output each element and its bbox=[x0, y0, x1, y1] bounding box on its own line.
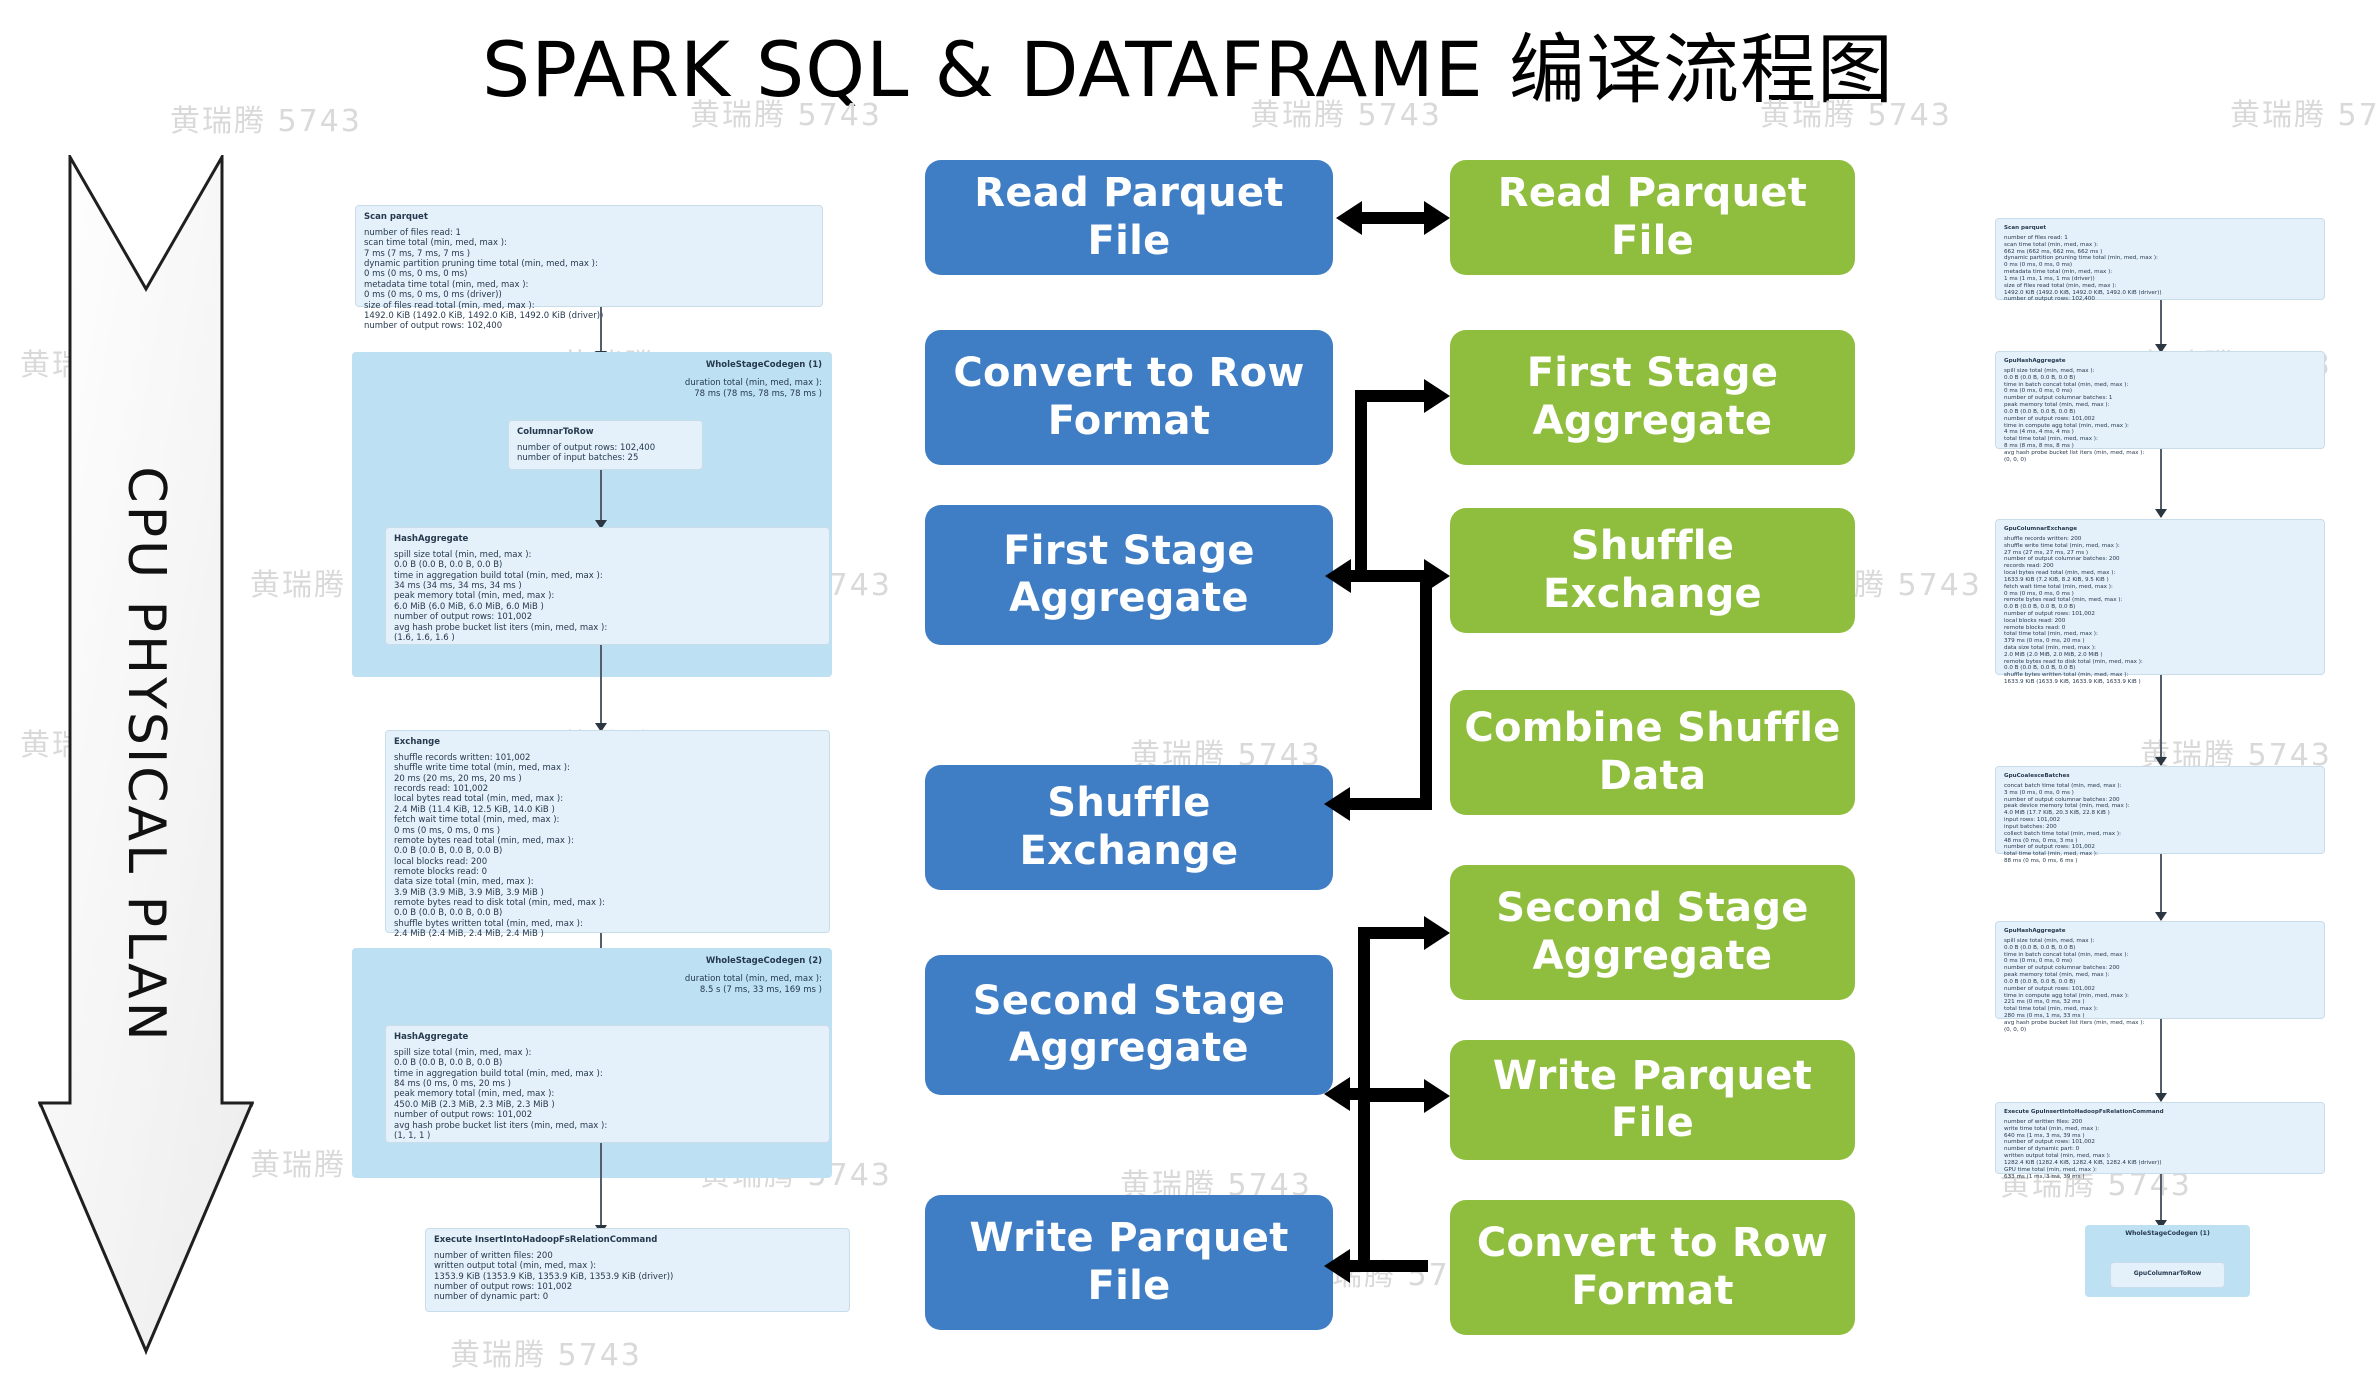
arrow-head-right-icon bbox=[1424, 1079, 1450, 1113]
node-title: GpuCoalesceBatches bbox=[2004, 773, 2070, 779]
arrow-shuffle-vertical bbox=[1420, 576, 1432, 804]
cpu-node-hashaggregate-1[interactable]: HashAggregate spill size total (min, med… bbox=[385, 527, 830, 645]
wsc-title: WholeStageCodegen (1) bbox=[705, 360, 822, 370]
arrow-head-right-icon bbox=[1424, 379, 1450, 413]
gpu-node-scan-parquet[interactable]: Scan parquet number of files read: 1 sca… bbox=[1995, 218, 2325, 303]
arrow-write-parquet-top bbox=[1358, 1090, 1426, 1102]
gpu-connector-1 bbox=[2155, 300, 2167, 353]
flow-right-combine-shuffle-data[interactable]: Combine Shuffle Data bbox=[1450, 690, 1855, 815]
flow-left-convert-to-row-format[interactable]: Convert to Row Format bbox=[925, 330, 1333, 465]
flow-right-first-stage-aggregate[interactable]: First Stage Aggregate bbox=[1450, 330, 1855, 465]
flow-left-shuffle-exchange[interactable]: Shuffle Exchange bbox=[925, 765, 1333, 890]
node-metrics: number of files read: 1 scan time total … bbox=[364, 228, 604, 332]
wsc-title: WholeStageCodegen (1) bbox=[2125, 1230, 2210, 1237]
arrow-first-stage-vertical bbox=[1355, 390, 1367, 580]
cpu-physical-plan-arrow: CPU PHYSICAL PLAN bbox=[38, 155, 254, 1355]
node-title: GpuHashAggregate bbox=[2004, 358, 2066, 364]
cpu-connector-3 bbox=[595, 645, 607, 732]
gpu-connector-2 bbox=[2155, 449, 2167, 518]
node-title: Scan parquet bbox=[2004, 225, 2047, 231]
arrow-head-right-icon bbox=[1424, 201, 1450, 235]
flow-right-read-parquet-file[interactable]: Read Parquet File bbox=[1450, 160, 1855, 275]
arrow-head-left-icon bbox=[1325, 559, 1351, 593]
node-title: HashAggregate bbox=[394, 1032, 469, 1042]
arrow-head-left-icon bbox=[1324, 1077, 1350, 1111]
arrow-shuffle-horizontal bbox=[1348, 798, 1432, 810]
gpu-node-execute-insert[interactable]: Execute GpuInsertIntoHadoopFsRelationCom… bbox=[1995, 1102, 2325, 1180]
flow-left-second-stage-aggregate[interactable]: Second Stage Aggregate bbox=[925, 955, 1333, 1095]
flow-right-convert-to-row-format[interactable]: Convert to Row Format bbox=[1450, 1200, 1855, 1335]
arrow-first-stage-top bbox=[1355, 390, 1427, 402]
arrow-read-parquet-bidirectional bbox=[1362, 212, 1424, 224]
gpu-node-hashaggregate-1[interactable]: GpuHashAggregate spill size total (min, … bbox=[1995, 351, 2325, 463]
arrow-first-stage-bottom bbox=[1349, 570, 1427, 582]
node-metrics: number of written files: 200 written out… bbox=[434, 1251, 674, 1303]
node-title: ColumnarToRow bbox=[517, 427, 594, 437]
node-title: Execute GpuInsertIntoHadoopFsRelationCom… bbox=[2004, 1109, 2164, 1115]
node-title: GpuHashAggregate bbox=[2004, 928, 2066, 934]
arrow-head-left-icon bbox=[1324, 1249, 1350, 1283]
flow-left-write-parquet-file[interactable]: Write Parquet File bbox=[925, 1195, 1333, 1330]
gpu-node-columnartorow[interactable]: GpuColumnarToRow bbox=[2110, 1262, 2225, 1288]
node-title: Scan parquet bbox=[364, 212, 428, 222]
wsc-title: WholeStageCodegen (2) bbox=[705, 956, 822, 966]
node-title: HashAggregate bbox=[394, 534, 469, 544]
flow-right-shuffle-exchange[interactable]: Shuffle Exchange bbox=[1450, 508, 1855, 633]
arrow-second-stage-top bbox=[1358, 927, 1426, 939]
node-metrics: spill size total (min, med, max ): 0.0 B… bbox=[394, 1048, 608, 1141]
flow-right-write-parquet-file[interactable]: Write Parquet File bbox=[1450, 1040, 1855, 1160]
page-title: SPARK SQL & DATAFRAME 编译流程图 bbox=[482, 25, 1894, 114]
node-metrics: shuffle records written: 200 shuffle wri… bbox=[2004, 536, 2143, 686]
arrow-head-right-icon bbox=[1424, 916, 1450, 950]
cpu-node-columnartorow[interactable]: ColumnarToRow number of output rows: 102… bbox=[508, 420, 703, 470]
node-metrics: number of files read: 1 scan time total … bbox=[2004, 235, 2162, 303]
cpu-node-exchange[interactable]: Exchange shuffle records written: 101,00… bbox=[385, 730, 830, 939]
node-metrics: number of output rows: 102,400 number of… bbox=[517, 443, 656, 464]
cpu-node-hashaggregate-2[interactable]: HashAggregate spill size total (min, med… bbox=[385, 1025, 830, 1143]
gpu-node-hashaggregate-2[interactable]: GpuHashAggregate spill size total (min, … bbox=[1995, 921, 2325, 1033]
node-metrics: number of written files: 200 write time … bbox=[2004, 1119, 2162, 1180]
arrow-write-parquet-bottom bbox=[1348, 1260, 1428, 1272]
cpu-connector-2 bbox=[595, 470, 607, 529]
flow-left-first-stage-aggregate[interactable]: First Stage Aggregate bbox=[925, 505, 1333, 645]
arrow-write-parquet-vertical bbox=[1358, 1090, 1370, 1270]
wsc-metrics: duration total (min, med, max ): 78 ms (… bbox=[684, 378, 822, 399]
cpu-physical-plan-label: CPU PHYSICAL PLAN bbox=[116, 466, 176, 1044]
flow-right-second-stage-aggregate[interactable]: Second Stage Aggregate bbox=[1450, 865, 1855, 1000]
node-title: Execute InsertIntoHadoopFsRelationComman… bbox=[434, 1235, 658, 1245]
node-title: Exchange bbox=[394, 737, 441, 747]
arrow-head-left-icon bbox=[1324, 787, 1350, 821]
gpu-connector-5 bbox=[2155, 1019, 2167, 1102]
gpu-connector-3 bbox=[2155, 675, 2167, 766]
cpu-node-execute-insert[interactable]: Execute InsertIntoHadoopFsRelationComman… bbox=[425, 1228, 850, 1312]
arrow-second-stage-vertical bbox=[1358, 927, 1370, 1099]
gpu-node-columnar-exchange[interactable]: GpuColumnarExchange shuffle records writ… bbox=[1995, 519, 2325, 685]
gpu-connector-4 bbox=[2155, 854, 2167, 921]
node-metrics: shuffle records written: 101,002 shuffle… bbox=[394, 753, 605, 940]
gpu-node-coalesce-batches[interactable]: GpuCoalesceBatches concat batch time tot… bbox=[1995, 766, 2325, 864]
node-title: GpuColumnarToRow bbox=[2133, 1270, 2202, 1277]
wsc-metrics: duration total (min, med, max ): 8.5 s (… bbox=[684, 974, 822, 995]
watermark: 黄瑞腾 5743 bbox=[450, 1338, 642, 1373]
arrow-head-left-icon bbox=[1336, 201, 1362, 235]
cpu-connector-5 bbox=[595, 1143, 607, 1234]
gpu-connector-6 bbox=[2155, 1174, 2167, 1229]
node-title: GpuColumnarExchange bbox=[2004, 526, 2078, 532]
node-metrics: concat batch time total (min, med, max )… bbox=[2004, 783, 2130, 864]
flow-left-read-parquet-file[interactable]: Read Parquet File bbox=[925, 160, 1333, 275]
node-metrics: spill size total (min, med, max ): 0.0 B… bbox=[394, 550, 608, 643]
cpu-node-scan-parquet[interactable]: Scan parquet number of files read: 1 sca… bbox=[355, 205, 823, 331]
